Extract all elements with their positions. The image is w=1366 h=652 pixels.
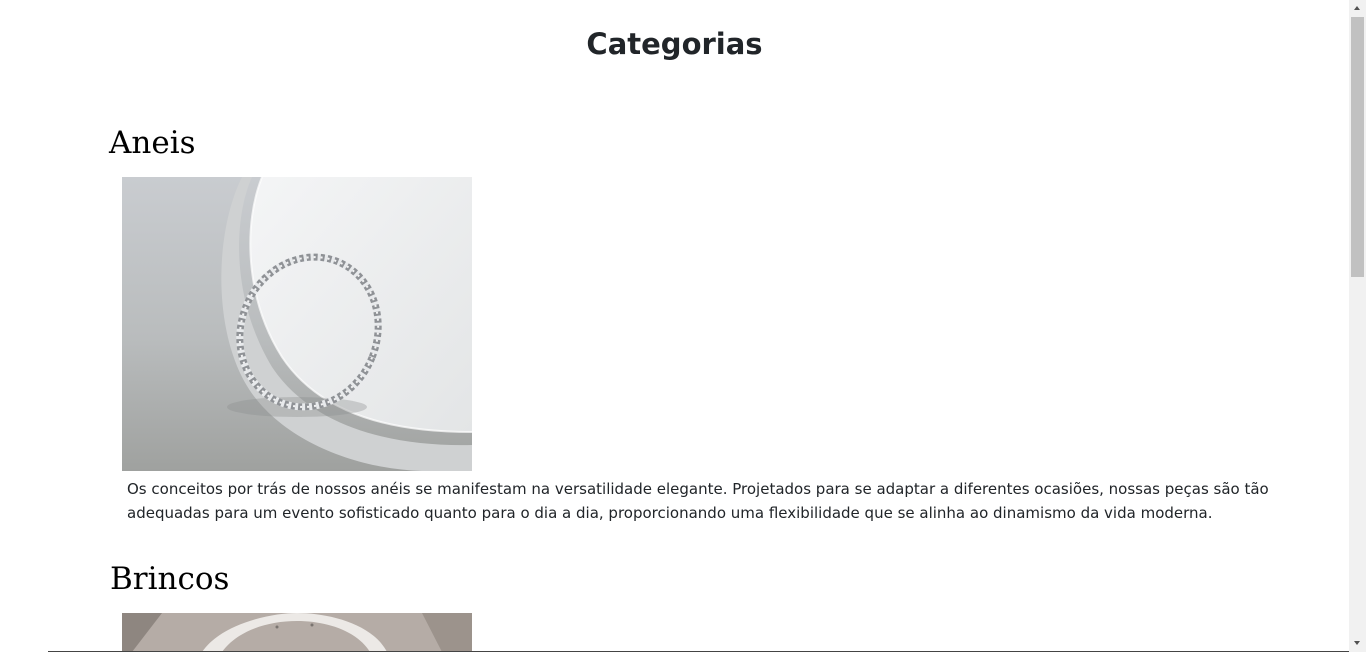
category-description-aneis: Os conceitos por trás de nossos anéis se… xyxy=(127,480,1269,522)
category-title-brincos[interactable]: Brincos xyxy=(110,559,229,599)
category-image-brincos[interactable] xyxy=(122,613,472,652)
vertical-scrollbar[interactable] xyxy=(1349,0,1366,652)
page-title: Categorias xyxy=(586,27,763,61)
page-content: Categorias Aneis Os conceitos por trás d… xyxy=(0,0,1349,652)
scroll-up-arrow-icon[interactable] xyxy=(1349,0,1366,17)
category-title-aneis[interactable]: Aneis xyxy=(109,123,196,163)
scrollbar-thumb[interactable] xyxy=(1351,17,1364,277)
category-image-aneis[interactable] xyxy=(122,177,472,471)
scroll-down-arrow-icon[interactable] xyxy=(1349,635,1366,652)
ring-image xyxy=(122,177,472,471)
earring-image xyxy=(122,613,472,652)
